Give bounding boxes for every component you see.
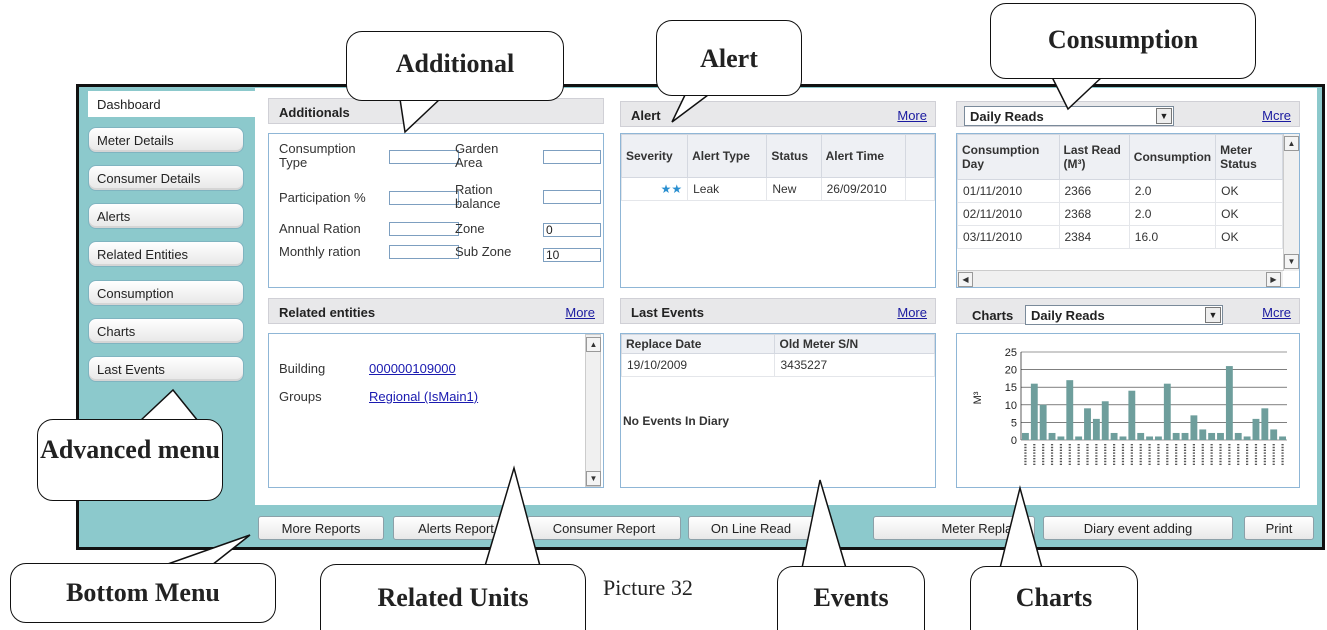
callout-events: Events	[777, 566, 925, 630]
callout-charts: Charts	[970, 566, 1138, 630]
callout-additional: Additional	[346, 31, 564, 101]
callout-consumption: Consumption	[990, 3, 1256, 79]
picture-caption: Picture 32	[603, 575, 693, 600]
callout-bottom-menu: Bottom Menu	[10, 563, 276, 623]
callout-advanced-menu: Advanced menu	[37, 419, 223, 501]
callout-alert: Alert	[656, 20, 802, 96]
callout-related-units: Related Units	[320, 564, 586, 630]
callout-pointers	[139, 76, 1103, 569]
